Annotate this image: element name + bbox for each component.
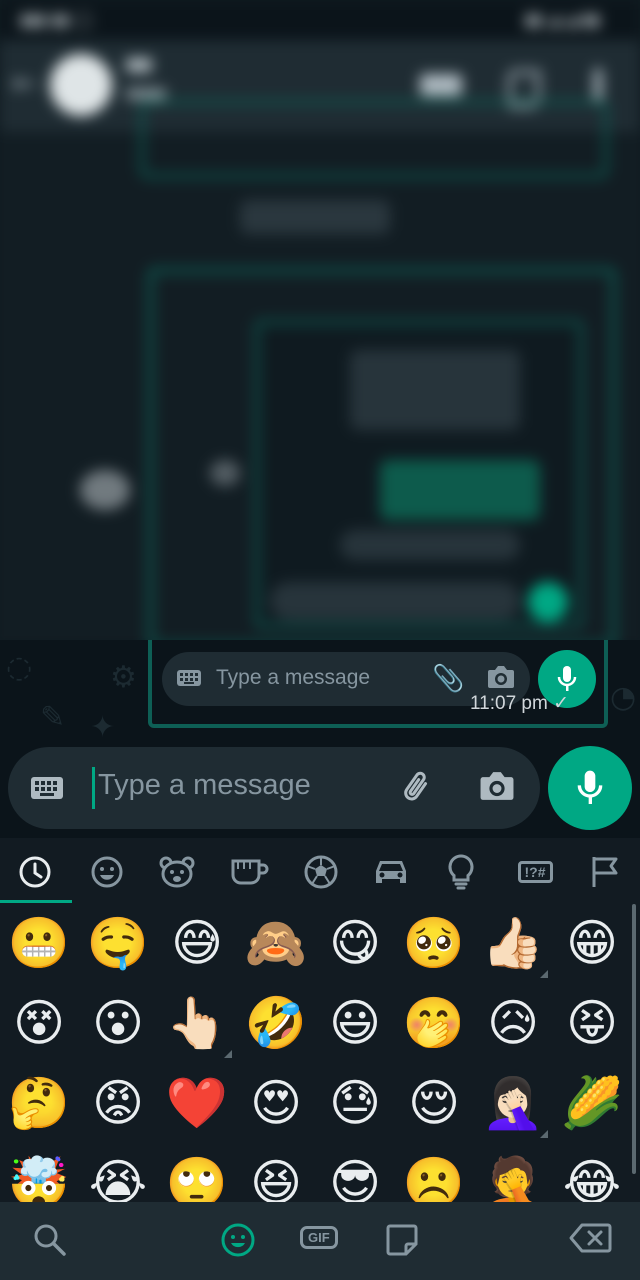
emoji-item[interactable]: 🤭 — [399, 988, 469, 1058]
emoji-item[interactable]: 😎 — [320, 1148, 390, 1204]
emoji-item[interactable]: 🤤 — [83, 908, 153, 978]
message-timestamp: 11:07 pm ✓ — [470, 692, 569, 715]
emoji-item[interactable]: 😝 — [557, 988, 627, 1058]
skin-tone-indicator — [540, 1130, 548, 1138]
message-input[interactable]: Type a message — [8, 747, 540, 829]
doodle-icon: ✦ — [90, 710, 116, 745]
message-time: 11:07 pm — [470, 693, 548, 714]
skin-tone-indicator — [224, 1050, 232, 1058]
food-icon[interactable] — [224, 850, 274, 894]
status-bar: ▮▮▮ ▮▮ ◯ ▮▮ ◢ ◢ ▮▮ — [0, 0, 640, 40]
travel-icon[interactable] — [366, 850, 416, 894]
blurred-bubble — [350, 350, 520, 430]
emoji-item[interactable]: 🤣 — [241, 988, 311, 1058]
more-options-icon[interactable] — [594, 68, 602, 104]
emoji-item[interactable]: 🙄 — [162, 1148, 232, 1204]
emoji-item[interactable]: 😡 — [83, 1068, 153, 1138]
doodle-icon: ◌ — [6, 650, 33, 685]
text-caret — [92, 767, 95, 809]
microphone-icon — [577, 770, 603, 804]
video-call-icon[interactable] — [420, 74, 462, 96]
symbols-icon[interactable]: !?# — [510, 850, 560, 894]
status-icons-blurred: ▮▮ ◢ ◢ ▮▮ — [524, 10, 600, 29]
blurred-input — [270, 582, 520, 620]
blurred-blob — [210, 460, 240, 486]
emoji-item[interactable]: 😍 — [241, 1068, 311, 1138]
emoji-item[interactable]: 😂 — [557, 1148, 627, 1204]
emoji-item[interactable]: 👆🏻 — [162, 988, 232, 1058]
emoji-tab-icon[interactable] — [220, 1222, 256, 1258]
emoji-item[interactable]: 🤯 — [4, 1148, 74, 1204]
blurred-chat-background: ▮▮▮ ▮▮ ◯ ▮▮ ◢ ◢ ▮▮ ← — [0, 0, 640, 640]
camera-icon — [488, 666, 514, 688]
emoji-item[interactable]: 😆 — [241, 1148, 311, 1204]
emoji-category-bar: !?# — [0, 838, 640, 904]
emoji-keyboard: !?# 😬 🤤 😅 🙈 😋 🥺 👍🏻 😁 😵 😮 👆🏻 🤣 😃 🤭 😥 😝 🤔 😡 ❤️ 😍 😓 😌 🤦🏻‍♀️ 🌽 🤯 😭 🙄 😆 😎… — [0, 838, 640, 1280]
doodle-icon: ◔ — [610, 680, 637, 715]
sticker-icon[interactable] — [384, 1222, 420, 1258]
activity-icon[interactable] — [296, 850, 346, 894]
emoji-item[interactable]: 😓 — [320, 1068, 390, 1138]
emoji-item[interactable]: 😵 — [4, 988, 74, 1058]
attach-icon: 📎 — [432, 664, 465, 694]
emoji-item[interactable]: 🤦 — [478, 1148, 548, 1204]
emoji-item[interactable]: 😭 — [83, 1148, 153, 1204]
contact-status-blurred — [126, 88, 166, 100]
blurred-message-frame — [140, 100, 608, 178]
contact-name-blurred — [126, 58, 152, 72]
doodle-icon: ✎ — [40, 700, 66, 735]
emoji-item[interactable]: ☹️ — [399, 1148, 469, 1204]
emoji-bottom-bar: GIF — [0, 1202, 640, 1280]
search-icon[interactable] — [32, 1222, 68, 1258]
emoji-item[interactable]: 😋 — [320, 908, 390, 978]
blurred-blob — [80, 470, 130, 510]
blurred-bubble — [380, 460, 540, 520]
emoji-item[interactable]: 😅 — [162, 908, 232, 978]
embedded-placeholder: Type a message — [216, 666, 371, 689]
microphone-icon — [557, 666, 577, 691]
flags-icon[interactable] — [580, 850, 630, 894]
objects-icon[interactable] — [436, 850, 486, 894]
emoji-item[interactable]: 🌽 — [557, 1068, 627, 1138]
voice-record-button[interactable] — [548, 746, 632, 830]
skin-tone-indicator — [540, 970, 548, 978]
attach-icon[interactable] — [398, 767, 438, 807]
emoji-item[interactable]: 😌 — [399, 1068, 469, 1138]
emoji-item[interactable]: 🙈 — [241, 908, 311, 978]
gif-label: GIF — [300, 1226, 338, 1249]
back-arrow-icon[interactable]: ← — [12, 66, 37, 101]
blurred-date-chip — [240, 200, 390, 234]
emoji-item[interactable]: 🥺 — [399, 908, 469, 978]
camera-icon[interactable] — [478, 769, 516, 803]
gif-tab-button[interactable]: GIF — [300, 1226, 338, 1249]
doodle-icon: ⚙ — [110, 660, 137, 695]
emoji-item[interactable]: 😥 — [478, 988, 548, 1058]
smileys-icon[interactable] — [82, 850, 132, 894]
selected-category-indicator — [0, 900, 72, 903]
emoji-item[interactable]: 😁 — [557, 908, 627, 978]
emoji-item[interactable]: 😬 — [4, 908, 74, 978]
emoji-item[interactable]: 😃 — [320, 988, 390, 1058]
keyboard-icon — [177, 670, 201, 686]
emoji-item[interactable]: ❤️ — [162, 1068, 232, 1138]
emoji-item[interactable]: 🤔 — [4, 1068, 74, 1138]
backspace-icon[interactable] — [568, 1222, 612, 1254]
sent-tick-icon: ✓ — [553, 693, 570, 714]
blurred-bar — [340, 530, 520, 560]
blurred-mic — [528, 582, 568, 622]
message-placeholder[interactable]: Type a message — [98, 769, 311, 802]
symbols-label: !?# — [517, 861, 553, 883]
emoji-scrollbar[interactable] — [632, 904, 636, 1174]
emoji-item[interactable]: 🤦🏻‍♀️ — [478, 1068, 548, 1138]
emoji-grid: 😬 🤤 😅 🙈 😋 🥺 👍🏻 😁 😵 😮 👆🏻 🤣 😃 🤭 😥 😝 🤔 😡 ❤️ 😍 😓 😌 🤦🏻‍♀️ 🌽 🤯 😭 🙄 😆 😎 ☹️ 🤦 😂 — [0, 904, 630, 1204]
status-time-blurred: ▮▮▮ ▮▮ ◯ — [20, 10, 93, 29]
emoji-item[interactable]: 👍🏻 — [478, 908, 548, 978]
emoji-item[interactable]: 😮 — [83, 988, 153, 1058]
animals-icon[interactable] — [152, 850, 202, 894]
keyboard-icon[interactable] — [30, 775, 64, 801]
contact-avatar[interactable] — [50, 54, 112, 116]
recent-icon[interactable] — [10, 850, 60, 894]
